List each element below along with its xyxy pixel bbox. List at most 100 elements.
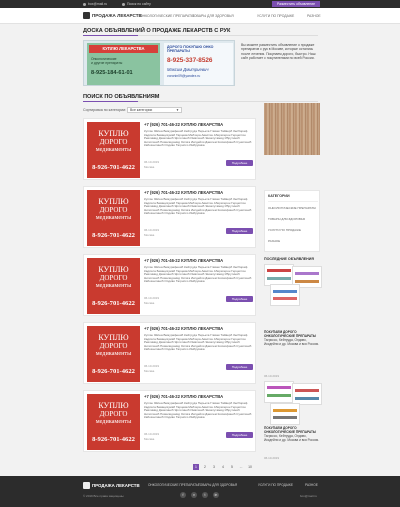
page-link[interactable]: 10 <box>247 464 253 470</box>
ad-image-line1: КУПЛЮ <box>98 129 129 138</box>
facebook-icon[interactable]: f <box>180 492 186 498</box>
banner-left-line2: и другие препараты <box>91 61 123 65</box>
ad-image-line3: медикаменты <box>95 146 132 153</box>
ad-image-line3: медикаменты <box>95 282 132 289</box>
recent-ad-2-title: ПОКУПАЕМ ДОРОГО ОНКОЛОГИЧЕСКИЕ ПРЕПАРАТЫ <box>264 426 317 434</box>
page-link[interactable]: 1 <box>193 464 199 470</box>
category-select-value: Все категории <box>130 108 153 112</box>
ad-card[interactable]: КУПЛЮ ДОРОГО медикаменты 8-926-701-4622 +7 (… <box>83 118 256 180</box>
footer-link-services[interactable]: УСЛУГИ ПО ПРОДАЖЕ <box>258 483 293 487</box>
category-onco[interactable]: ОНКОЛОГИЧЕСКИЕ ПРЕПАРАТЫ <box>268 206 316 210</box>
ad-title[interactable]: +7 (926) 701-46-22 КУПЛЮ ЛЕКАРСТВА <box>144 394 223 399</box>
recent-thumb-2b[interactable] <box>292 383 322 405</box>
banner-right-head: ДОРОГО ПОКУПАЮ ОНКО ПРЕПАРАТЫ <box>167 45 214 53</box>
ad-card[interactable]: КУПЛЮ ДОРОГО медикаменты 8-926-701-4622 +7 (… <box>83 390 256 452</box>
footer-link-onco[interactable]: ОНКОЛОГИЧЕСКИЕ ПРЕПАРАТЫ <box>148 483 199 487</box>
pack-stripe <box>295 272 319 275</box>
ad-city: Москва <box>144 165 155 169</box>
ad-title[interactable]: +7 (926) 701-46-22 КУПЛЮ ЛЕКАРСТВА <box>144 190 223 195</box>
nav-link-onco[interactable]: ОНКОЛОГИЧЕСКИЕ ПРЕПАРАТЫ <box>140 13 194 19</box>
recent-thumb-1c[interactable] <box>270 284 300 306</box>
footer-logo[interactable]: ПРОДАЖА ЛЕКАРСТВ <box>92 482 140 489</box>
ad-details-button[interactable]: Подробнее <box>226 228 253 234</box>
section-title: ДОСКА ОБЪЯВЛЕНИЙ О ПРОДАЖЕ ЛЕКАРСТВ С РУ… <box>83 28 231 34</box>
banner-right-phone: 8-925-337-8526 <box>167 57 213 64</box>
logo-icon[interactable] <box>83 12 90 19</box>
category-select[interactable]: Все категории ▼ <box>127 107 182 113</box>
footer-link-health[interactable]: ТОВАРЫ ДЛЯ ЗДОРОВЬЯ <box>198 483 237 487</box>
pack-stripe <box>267 277 291 280</box>
ad-title[interactable]: +7 (926) 701-46-22 КУПЛЮ ЛЕКАРСТВА <box>144 258 223 263</box>
footer-copyright: © 2019 Все права защищены <box>83 494 124 498</box>
search-icon <box>122 2 125 6</box>
ad-city: Москва <box>144 233 155 237</box>
footer-link-misc[interactable]: РАЗНОЕ <box>305 483 318 487</box>
ad-card[interactable]: КУПЛЮ ДОРОГО медикаменты 8-926-701-4622 +7 (… <box>83 254 256 316</box>
ad-image[interactable]: КУПЛЮ ДОРОГО медикаменты 8-926-701-4622 <box>87 258 140 314</box>
top-email[interactable]: box@mail.ru <box>83 1 107 7</box>
promo-banner[interactable]: КУПЛЮ ЛЕКАРСТВА Онкологические и другие п… <box>83 40 235 86</box>
page-link[interactable]: 2 <box>202 464 208 470</box>
ad-image[interactable]: КУПЛЮ ДОРОГО медикаменты 8-926-701-4622 <box>87 122 140 178</box>
twitter-icon[interactable]: t <box>202 492 208 498</box>
footer-logo-icon[interactable] <box>83 482 90 489</box>
ad-title[interactable]: +7 (926) 701-46-22 КУПЛЮ ЛЕКАРСТВА <box>144 326 223 331</box>
sidebar-photo[interactable] <box>264 103 320 155</box>
ad-image-line2: ДОРОГО <box>99 274 128 282</box>
ad-details-button[interactable]: Подробнее <box>226 296 253 302</box>
banner-left: КУПЛЮ ЛЕКАРСТВА Онкологические и другие п… <box>87 43 160 85</box>
ad-image[interactable]: КУПЛЮ ДОРОГО медикаменты 8-926-701-4622 <box>87 394 140 450</box>
search-rule <box>83 101 318 102</box>
ad-body: Куплю Эйлеа Вемурафениб Кейтруда Перьета… <box>144 130 252 148</box>
ad-image-line1: КУПЛЮ <box>98 265 129 274</box>
recent-thumb-2a[interactable] <box>264 381 294 403</box>
recent-thumb-2c[interactable] <box>270 403 300 425</box>
ad-card[interactable]: КУПЛЮ ДОРОГО медикаменты 8-926-701-4622 +7 (… <box>83 186 256 248</box>
page-link[interactable]: 5 <box>229 464 235 470</box>
ad-details-button[interactable]: Подробнее <box>226 432 253 438</box>
ad-details-button[interactable]: Подробнее <box>226 364 253 370</box>
nav-link-services[interactable]: УСЛУГИ ПО ПРОДАЖЕ <box>257 13 294 19</box>
ad-image-line1: КУПЛЮ <box>98 333 129 342</box>
page-link[interactable]: 3 <box>211 464 217 470</box>
top-search[interactable]: Поиск по сайту <box>122 1 151 7</box>
recent-ad-2[interactable]: ПОКУПАЕМ ДОРОГО ОНКОЛОГИЧЕСКИЕ ПРЕПАРАТЫ… <box>264 426 320 442</box>
post-ad-button[interactable]: Разместить объявление <box>272 1 320 7</box>
banner-right: ДОРОГО ПОКУПАЮ ОНКО ПРЕПАРАТЫ 8-925-337-… <box>164 43 233 85</box>
ad-city: Москва <box>144 369 155 373</box>
ad-city: Москва <box>144 437 155 441</box>
recent-ad-1-title: ПОКУПАЕМ ДОРОГО ОНКОЛОГИЧЕСКИЕ ПРЕПАРАТЫ <box>264 330 317 338</box>
pack-stripe <box>273 297 297 300</box>
ad-card[interactable]: КУПЛЮ ДОРОГО медикаменты 8-926-701-4622 +7 (… <box>83 322 256 384</box>
ad-image-phone: 8-926-701-4622 <box>92 368 135 375</box>
logo-text[interactable]: ПРОДАЖА ЛЕКАРСТВ <box>92 12 142 19</box>
category-health[interactable]: ТОВАРЫ ДЛЯ ЗДОРОВЬЯ <box>268 217 305 221</box>
vk-icon[interactable]: v <box>191 492 197 498</box>
recent-ad-1[interactable]: ПОКУПАЕМ ДОРОГО ОНКОЛОГИЧЕСКИЕ ПРЕПАРАТЫ… <box>264 330 320 346</box>
instagram-icon[interactable]: in <box>213 492 219 498</box>
banner-right-email: voronin09@yandex.ru <box>167 74 201 78</box>
ad-image[interactable]: КУПЛЮ ДОРОГО медикаменты 8-926-701-4622 <box>87 326 140 382</box>
page-link[interactable]: 4 <box>220 464 226 470</box>
page: box@mail.ru Поиск по сайту Разместить об… <box>0 0 400 507</box>
category-services[interactable]: УСЛУГИ ПО ПРОДАЖЕ <box>268 228 301 232</box>
banner-left-phone: 8-925-184-61-01 <box>91 70 133 76</box>
page-link[interactable]: ... <box>238 464 244 470</box>
nav-link-health[interactable]: ТОВАРЫ ДЛЯ ЗДОРОВЬЯ <box>192 13 234 19</box>
category-misc[interactable]: РАЗНОЕ <box>268 239 280 243</box>
recent-ad-1-text: Тагриссо, Кейтруда, Опдиво, Иксдейли и д… <box>264 338 319 346</box>
footer-email[interactable]: box@mail.ru <box>300 494 317 498</box>
ad-city: Москва <box>144 301 155 305</box>
ad-title[interactable]: +7 (926) 701-46-22 КУПЛЮ ЛЕКАРСТВА <box>144 122 223 127</box>
pack-stripe <box>273 416 297 419</box>
recent-thumb-1a[interactable] <box>264 264 294 286</box>
mail-icon <box>83 2 86 6</box>
nav-link-misc[interactable]: РАЗНОЕ <box>307 13 321 19</box>
ad-image[interactable]: КУПЛЮ ДОРОГО медикаменты 8-926-701-4622 <box>87 190 140 246</box>
banner-left-head: КУПЛЮ ЛЕКАРСТВА <box>89 45 158 53</box>
ad-details-button[interactable]: Подробнее <box>226 160 253 166</box>
pack-stripe <box>273 290 297 293</box>
recent-ad-2-date: 06.10.2019 <box>264 456 280 460</box>
ad-body: Куплю Эйлеа Вемурафениб Кейтруда Перьета… <box>144 266 252 284</box>
pack-stripe <box>267 269 291 272</box>
